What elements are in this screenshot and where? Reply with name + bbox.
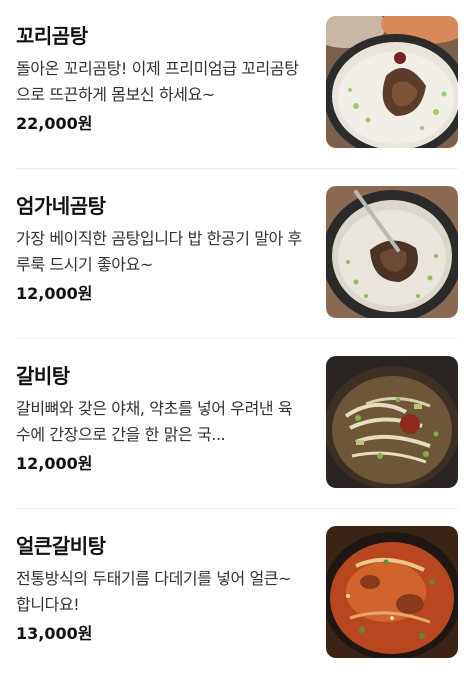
menu-item-text: 갈비탕 갈비뼈와 갖은 야채, 약초를 넣어 우려낸 육수에 간장으로 간을 한… bbox=[16, 356, 306, 476]
menu-item-description: 가장 베이직한 곰탕입니다 밥 한공기 말아 후루룩 드시기 좋아요~ bbox=[16, 229, 302, 274]
spicy-galbitang-photo[interactable] bbox=[326, 526, 458, 658]
menu-item-eomgane-gomtang[interactable]: 엄가네곰탕 가장 베이직한 곰탕입니다 밥 한공기 말아 후루룩 드시기 좋아요… bbox=[16, 186, 458, 318]
menu-item-text: 얼큰갈비탕 전통방식의 두태기름 다데기를 넣어 얼큰~ 합니다요! 13,00… bbox=[16, 526, 306, 646]
menu-item-price: 22,000원 bbox=[16, 114, 93, 133]
menu-item-galbitang[interactable]: 갈비탕 갈비뼈와 갖은 야채, 약초를 넣어 우려낸 육수에 간장으로 간을 한… bbox=[16, 356, 458, 488]
oxtail-soup-photo[interactable] bbox=[326, 16, 458, 148]
divider bbox=[16, 508, 458, 509]
galbitang-photo[interactable] bbox=[326, 356, 458, 488]
menu-item-text: 꼬리곰탕 돌아온 꼬리곰탕! 이제 프리미엄급 꼬리곰탕으로 뜨끈하게 몸보신 … bbox=[16, 16, 306, 136]
menu-item-description: 전통방식의 두태기름 다데기를 넣어 얼큰~ 합니다요! bbox=[16, 569, 292, 614]
menu-item-name: 얼큰갈비탕 bbox=[16, 534, 106, 558]
divider bbox=[16, 338, 458, 339]
menu-item-name: 꼬리곰탕 bbox=[16, 24, 88, 48]
divider bbox=[16, 168, 458, 169]
gomtang-photo[interactable] bbox=[326, 186, 458, 318]
menu-item-name: 엄가네곰탕 bbox=[16, 194, 106, 218]
menu-item-description: 돌아온 꼬리곰탕! 이제 프리미엄급 꼬리곰탕으로 뜨끈하게 몸보신 하세요~ bbox=[16, 59, 299, 104]
menu-item-price: 13,000원 bbox=[16, 624, 93, 643]
menu-item-kkori-gomtang[interactable]: 꼬리곰탕 돌아온 꼬리곰탕! 이제 프리미엄급 꼬리곰탕으로 뜨끈하게 몸보신 … bbox=[16, 16, 458, 148]
menu-item-description: 갈비뼈와 갖은 야채, 약초를 넣어 우려낸 육수에 간장으로 간을 한 맑은 … bbox=[16, 399, 293, 444]
menu-item-name: 갈비탕 bbox=[16, 364, 70, 388]
menu-list: 꼬리곰탕 돌아온 꼬리곰탕! 이제 프리미엄급 꼬리곰탕으로 뜨끈하게 몸보신 … bbox=[0, 0, 464, 679]
menu-item-price: 12,000원 bbox=[16, 284, 93, 303]
menu-item-spicy-galbitang[interactable]: 얼큰갈비탕 전통방식의 두태기름 다데기를 넣어 얼큰~ 합니다요! 13,00… bbox=[16, 526, 458, 658]
menu-item-text: 엄가네곰탕 가장 베이직한 곰탕입니다 밥 한공기 말아 후루룩 드시기 좋아요… bbox=[16, 186, 306, 306]
menu-item-price: 12,000원 bbox=[16, 454, 93, 473]
